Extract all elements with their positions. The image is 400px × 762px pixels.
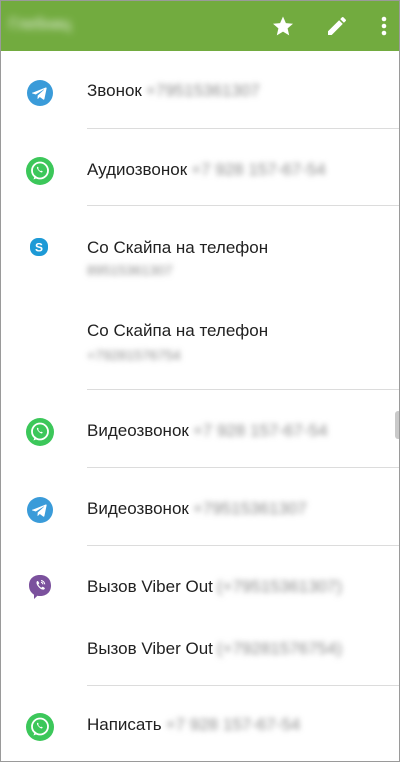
edit-icon[interactable]	[321, 10, 353, 42]
screen: Глебниц Звонок +79515361307 Аудиозвонок +7…	[0, 0, 400, 762]
phone-number: +79515361307	[192, 499, 307, 518]
star-icon[interactable]	[267, 10, 299, 42]
phone-number: +79515361307	[145, 81, 260, 100]
item-text: Звонок +79515361307	[87, 81, 260, 101]
contact-name: Глебниц	[9, 16, 71, 33]
item-label: Вызов Viber Out	[87, 577, 213, 596]
item-label: Аудиозвонок	[87, 160, 188, 179]
phone-number: +79281576754	[87, 347, 181, 363]
item-label: Видеозвонок	[87, 499, 189, 518]
list-item-skype-to-phone[interactable]: S Со Скайпа на телефон 89515361307	[1, 206, 399, 288]
list-item-telegram-video-call[interactable]: Видеозвонок +79515361307	[1, 468, 399, 545]
viber-icon	[25, 572, 55, 602]
item-text: Видеозвонок +79515361307	[87, 499, 307, 519]
item-label: Со Скайпа на телефон	[87, 238, 269, 257]
more-vert-icon[interactable]	[371, 10, 397, 42]
list-item-viber-out-call[interactable]: Вызов Viber Out (+79515361307)	[1, 546, 399, 611]
item-text: Вызов Viber Out (+79281576754)	[87, 639, 342, 659]
phone-number: +7 928 157-67-54	[192, 421, 328, 440]
item-text: Написать +7 928 157-67-54	[87, 715, 300, 735]
whatsapp-icon	[25, 712, 55, 742]
item-label: Вызов Viber Out	[87, 639, 213, 658]
svg-text:S: S	[35, 241, 43, 255]
phone-number: (+79281576754)	[216, 639, 343, 658]
item-text: Аудиозвонок +7 928 157-67-54	[87, 160, 326, 180]
item-text: Вызов Viber Out (+79515361307)	[87, 577, 342, 597]
list-item-whatsapp-message[interactable]: Написать +7 928 157-67-54	[1, 686, 399, 761]
list-item-skype-to-phone[interactable]: Со Скайпа на телефон +79281576754	[1, 289, 399, 389]
whatsapp-icon	[25, 417, 55, 447]
scrollbar-thumb[interactable]	[395, 411, 399, 439]
phone-number: 89515361307	[87, 262, 173, 278]
list-item-viber-out-call[interactable]: Вызов Viber Out (+79281576754)	[1, 611, 399, 685]
skype-icon: S	[28, 236, 50, 258]
item-text: Видеозвонок +7 928 157-67-54	[87, 421, 328, 441]
telegram-icon	[25, 78, 55, 108]
item-label: Звонок	[87, 81, 142, 100]
app-bar: Глебниц	[1, 1, 399, 51]
item-label: Написать	[87, 715, 162, 734]
list-item-whatsapp-video-call[interactable]: Видеозвонок +7 928 157-67-54	[1, 390, 399, 466]
list-item-telegram-call[interactable]: Звонок +79515361307	[1, 51, 399, 129]
telegram-icon	[25, 495, 55, 525]
list-item-whatsapp-audio-call[interactable]: Аудиозвонок +7 928 157-67-54	[1, 129, 399, 205]
phone-number: +7 928 157-67-54	[165, 715, 301, 734]
phone-number: +7 928 157-67-54	[191, 160, 326, 179]
whatsapp-icon	[25, 156, 55, 186]
item-label: Со Скайпа на телефон	[87, 321, 269, 340]
item-label: Видеозвонок	[87, 421, 189, 440]
phone-number: (+79515361307)	[216, 577, 343, 596]
